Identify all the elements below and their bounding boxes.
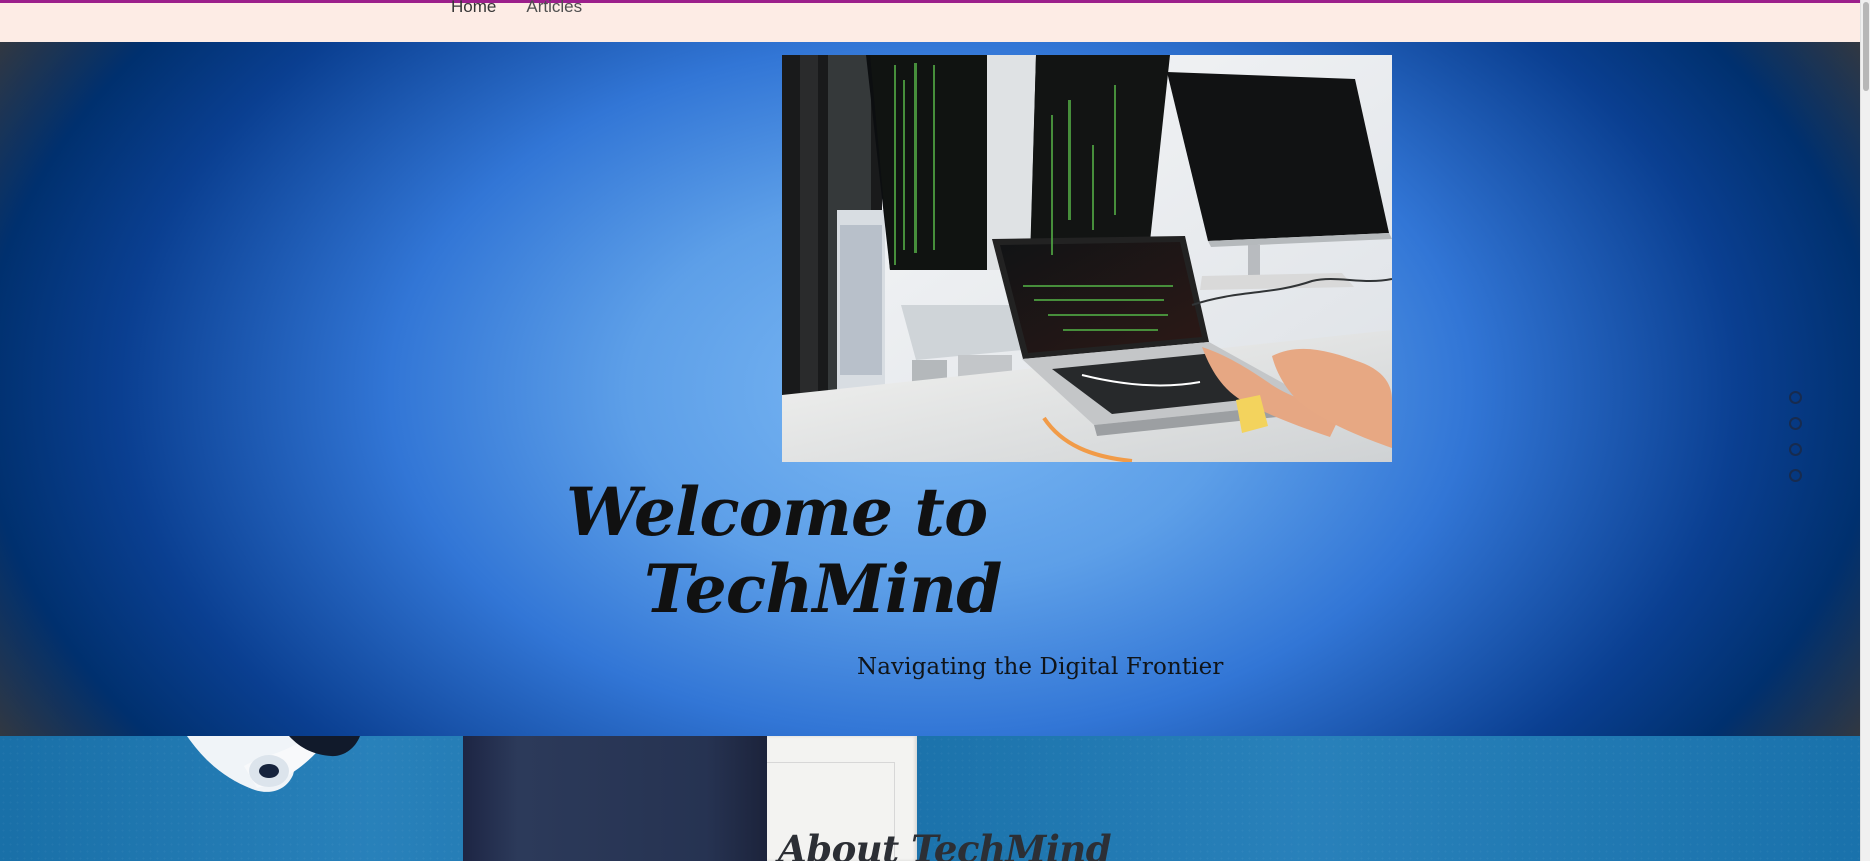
computer-desk-photo-graphic [782, 55, 1392, 462]
about-title: About TechMind [778, 826, 1112, 861]
site-header: Home Articles [0, 0, 1860, 43]
hero-slider-dots [1789, 391, 1802, 482]
notebook-graphic [463, 736, 767, 861]
earbuds-graphic [187, 736, 360, 792]
scrollbar-thumb[interactable] [1863, 2, 1869, 91]
slider-dot-2[interactable] [1789, 417, 1802, 430]
hero-tagline: Navigating the Digital Frontier [857, 654, 1224, 680]
main-navigation: Home Articles [451, 0, 582, 17]
nav-home-link[interactable]: Home [451, 0, 496, 17]
computer-desk-photo [782, 55, 1392, 462]
slider-dot-1[interactable] [1789, 391, 1802, 404]
slider-dot-4[interactable] [1789, 469, 1802, 482]
hero-welcome-title: Welcome to TechMind [566, 474, 1036, 628]
welcome-title-line-2: TechMind [644, 550, 1002, 629]
welcome-title-line-1: Welcome to [566, 473, 988, 552]
page-scrollbar[interactable] [1860, 0, 1870, 861]
slider-dot-3[interactable] [1789, 443, 1802, 456]
nav-articles-link[interactable]: Articles [526, 0, 582, 17]
hero-section [0, 42, 1860, 736]
page: Home Articles Welcome to TechMind Naviga… [0, 0, 1870, 861]
